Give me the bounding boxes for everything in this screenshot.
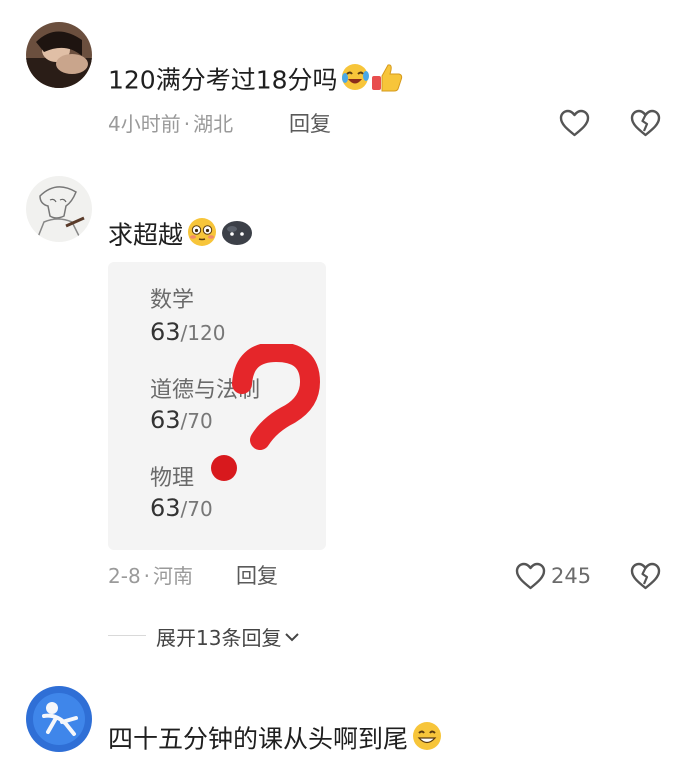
comment-body: 求超越 (108, 220, 184, 250)
score-total: /120 (180, 321, 226, 345)
expand-divider (108, 635, 146, 636)
comment-image[interactable]: 数学 63/120 道德与法制 63/70 物理 63/70 (108, 262, 326, 550)
thumbs-up-emoji (370, 62, 404, 101)
dark-blob-emoji (220, 217, 254, 256)
comment-location: 湖北 (193, 112, 234, 136)
comment-location: 河南 (153, 564, 194, 588)
flushed-face-emoji (186, 216, 218, 257)
comment-body: 四十五分钟的课从头啊到尾 (108, 724, 409, 754)
dislike-button[interactable] (630, 562, 661, 594)
subject-score: 63/70 (150, 494, 213, 522)
score-value: 63 (150, 318, 181, 346)
comment-text: 120满分考过18分吗 (108, 62, 404, 101)
rolling-laughing-emoji (340, 62, 370, 101)
broken-heart-icon (630, 109, 661, 137)
comment-meta: 2-8 · 河南 (108, 562, 193, 590)
score-value: 63 (150, 494, 181, 522)
grinning-face-emoji (411, 720, 443, 761)
reply-button[interactable]: 回复 (236, 562, 278, 590)
avatar[interactable] (26, 686, 92, 752)
comment-time: 2-8 (108, 564, 141, 588)
score-value: 63 (150, 406, 181, 434)
question-mark-icon (211, 344, 321, 481)
score-total: /70 (180, 497, 213, 521)
heart-icon (559, 109, 590, 137)
comment-text: 求超越 (108, 216, 254, 257)
subject-score: 63/120 (150, 318, 225, 346)
subject-name: 数学 (150, 288, 195, 313)
comment-body: 120满分考过18分吗 (108, 65, 338, 95)
meta-separator: · (183, 112, 191, 136)
like-button[interactable]: 245 (515, 562, 591, 590)
avatar[interactable] (26, 176, 92, 242)
reply-button[interactable]: 回复 (289, 110, 331, 138)
heart-icon (515, 562, 546, 590)
comment-time: 4小时前 (108, 112, 181, 136)
chevron-down-icon (285, 632, 300, 641)
comment-text: 四十五分钟的课从头啊到尾 (108, 720, 443, 761)
meta-separator: · (143, 564, 151, 588)
like-button[interactable] (559, 109, 590, 141)
comment-meta: 4小时前 · 湖北 (108, 110, 233, 138)
subject-name: 物理 (150, 466, 195, 491)
broken-heart-icon (630, 562, 661, 590)
expand-replies-button[interactable]: 展开13条回复 (156, 622, 300, 651)
avatar[interactable] (26, 22, 92, 88)
like-count: 245 (551, 564, 592, 588)
dislike-button[interactable] (630, 109, 661, 141)
expand-replies-label: 展开13条回复 (156, 626, 282, 650)
